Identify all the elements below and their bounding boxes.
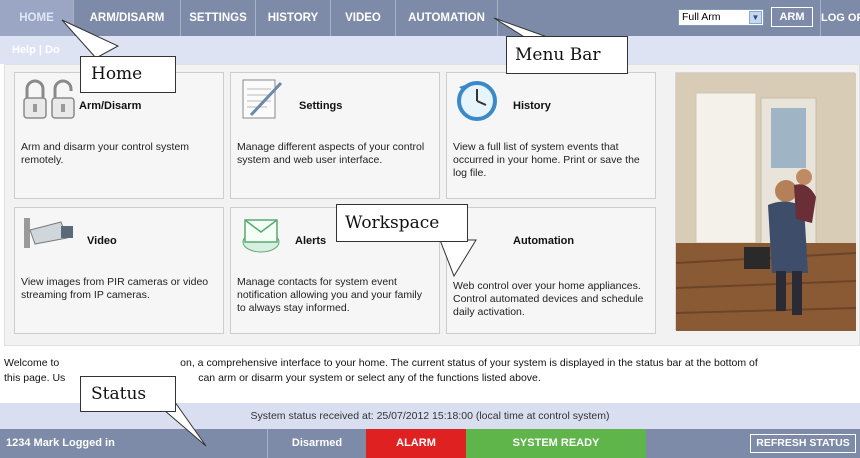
- callout-workspace-text: Workspace: [345, 213, 440, 233]
- welcome-line1-end: on, a comprehensive interface to your ho…: [180, 357, 758, 369]
- clock-icon: [457, 81, 497, 121]
- tab-history[interactable]: HISTORY: [256, 0, 331, 36]
- system-ready-badge: SYSTEM READY: [466, 429, 646, 458]
- card-title: Video: [87, 235, 117, 247]
- card-title: Settings: [299, 100, 343, 112]
- card-description: View images from PIR cameras or video st…: [21, 276, 209, 301]
- card-title: Automation: [513, 235, 575, 247]
- help-link[interactable]: Help | Do: [12, 44, 60, 56]
- card-description: Manage contacts for system event notific…: [237, 276, 423, 314]
- settings-document-icon: [242, 79, 283, 119]
- arm-mode-select[interactable]: Full Arm ▼: [678, 9, 764, 26]
- logoff-button[interactable]: LOG OFF: [820, 0, 860, 36]
- callout-status: Status: [80, 376, 176, 412]
- envelope-icon: [242, 219, 280, 253]
- tab-video[interactable]: VIDEO: [331, 0, 396, 36]
- camera-icon: [24, 218, 73, 248]
- status-bar: 1234 Mark Logged in Disarmed ALARM SYSTE…: [0, 429, 860, 458]
- logged-in-user: 1234 Mark Logged in: [0, 429, 268, 458]
- card-video[interactable]: Video View images from PIR cameras or vi…: [14, 207, 224, 334]
- callout-status-text: Status: [91, 384, 147, 404]
- alarm-badge: ALARM: [366, 429, 466, 458]
- card-description: View a full list of system events that o…: [453, 141, 640, 179]
- family-doorway-image: [675, 73, 857, 331]
- tab-arm-disarm[interactable]: ARM/DISARM: [74, 0, 181, 36]
- card-automation[interactable]: Automation Web control over your home ap…: [446, 207, 656, 334]
- callout-menu-bar: Menu Bar: [506, 36, 628, 74]
- card-description: Manage different aspects of your control…: [237, 141, 425, 166]
- card-title: Alerts: [295, 235, 327, 247]
- padlock-icon: [23, 79, 75, 119]
- callout-workspace: Workspace: [336, 204, 468, 242]
- card-history[interactable]: History View a full list of system event…: [446, 72, 656, 199]
- card-title: History: [513, 100, 551, 112]
- welcome-line1-start: Welcome to: [4, 357, 60, 369]
- menu-bar: HOME ARM/DISARM SETTINGS HISTORY VIDEO A…: [0, 0, 860, 36]
- tab-automation[interactable]: AUTOMATION: [396, 0, 498, 36]
- tab-home[interactable]: HOME: [0, 0, 74, 36]
- callout-home: Home: [80, 56, 176, 93]
- welcome-line2-end: can arm or disarm your system or select …: [198, 372, 541, 384]
- card-settings[interactable]: Settings Manage different aspects of you…: [230, 72, 440, 199]
- refresh-status-button[interactable]: REFRESH STATUS: [750, 434, 856, 453]
- welcome-line2-start: this page. Us: [4, 372, 66, 384]
- tab-settings[interactable]: SETTINGS: [181, 0, 256, 36]
- arm-state-badge: Disarmed: [291, 437, 343, 449]
- card-description: Arm and disarm your control system remot…: [21, 141, 190, 166]
- arm-mode-value: Full Arm: [682, 11, 721, 23]
- arm-button[interactable]: ARM: [771, 7, 813, 27]
- card-description: Web control over your home appliances. C…: [453, 280, 644, 318]
- callout-menu-bar-text: Menu Bar: [515, 45, 601, 65]
- callout-home-text: Home: [91, 64, 143, 84]
- chevron-down-icon[interactable]: ▼: [749, 11, 762, 24]
- home-photo: [675, 72, 857, 331]
- card-title: Arm/Disarm: [79, 100, 142, 112]
